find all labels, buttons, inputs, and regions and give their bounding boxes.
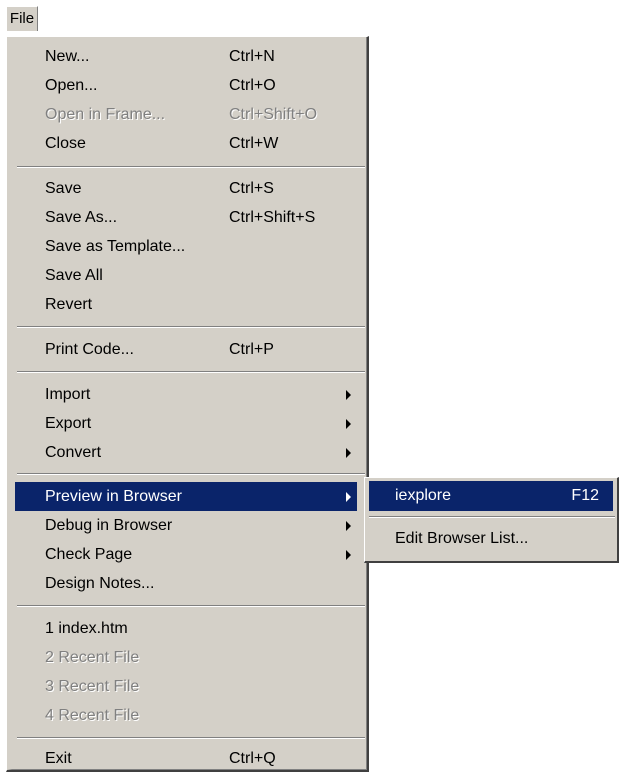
menu-separator [17,371,365,373]
submenu-arrow-icon [346,448,351,458]
menu-separator [17,473,365,475]
menu-item-label: Check Page [45,546,133,563]
submenu-item-shortcut: F12 [571,487,599,504]
menu-item-label: Import [45,386,91,403]
submenu-item-iexplore[interactable]: iexplore F12 [369,481,613,511]
menu-item-label: Save All [45,267,103,284]
menu-item-shortcut: Ctrl+S [229,180,274,197]
menu-item-save-as[interactable]: Save As... Ctrl+Shift+S [15,203,357,232]
menu-item-shortcut: Ctrl+Shift+S [229,209,316,226]
submenu-item-label: iexplore [395,487,452,504]
menu-item-import[interactable]: Import [15,380,357,409]
menu-item-shortcut: Ctrl+Shift+O [229,106,318,123]
menu-item-label: Export [45,415,92,432]
menu-item-label: Open in Frame... [45,106,166,123]
menu-item-shortcut: Ctrl+N [229,48,275,65]
file-menu-tab[interactable]: File [6,6,38,31]
menu-item-label: 3 Recent File [45,678,140,695]
menu-item-label: Close [45,135,86,152]
menu-item-export[interactable]: Export [15,409,357,438]
menu-item-label: Preview in Browser [45,488,182,505]
menu-item-revert[interactable]: Revert [15,290,357,319]
menu-item-save-all[interactable]: Save All [15,261,357,290]
menu-item-label: Open... [45,77,98,94]
menu-item-design-notes[interactable]: Design Notes... [15,569,357,598]
submenu-separator [369,516,615,518]
submenu-arrow-icon [346,492,351,502]
menu-item-recent-1[interactable]: 1 index.htm [15,614,357,643]
submenu-item-label: Edit Browser List... [395,530,529,547]
menu-item-label: Convert [45,444,102,461]
menu-item-label: Print Code... [45,341,134,358]
submenu-arrow-icon [346,390,351,400]
menu-separator [17,737,365,739]
submenu-arrow-icon [346,419,351,429]
menu-item-exit[interactable]: Exit Ctrl+Q [15,744,357,773]
menu-item-label: Save [45,180,82,197]
preview-in-browser-submenu: iexplore F12 Edit Browser List... [364,477,619,563]
menu-item-label: 2 Recent File [45,649,140,666]
menu-item-convert[interactable]: Convert [15,438,357,467]
menu-item-label: 1 index.htm [45,620,128,637]
menu-item-label: Debug in Browser [45,517,173,534]
menu-item-label: Exit [45,750,72,767]
menu-item-check-page[interactable]: Check Page [15,540,357,569]
menu-item-recent-3: 3 Recent File [15,672,357,701]
menu-separator [17,166,365,168]
menu-item-save-as-template[interactable]: Save as Template... [15,232,357,261]
submenu-arrow-icon [346,550,351,560]
menu-item-preview-in-browser[interactable]: Preview in Browser [15,482,357,511]
menu-item-open-in-frame: Open in Frame... Ctrl+Shift+O [15,100,357,129]
menu-item-recent-4: 4 Recent File [15,701,357,730]
menu-item-print-code[interactable]: Print Code... Ctrl+P [15,335,357,364]
menu-item-close[interactable]: Close Ctrl+W [15,129,357,158]
menu-item-label: Design Notes... [45,575,155,592]
menu-item-label: New... [45,48,90,65]
file-menu-label: File [9,10,35,27]
submenu-item-edit-browser-list[interactable]: Edit Browser List... [369,524,613,554]
submenu-arrow-icon [346,521,351,531]
menu-item-label: Revert [45,296,93,313]
menu-separator [17,605,365,607]
menu-item-debug-in-browser[interactable]: Debug in Browser [15,511,357,540]
menu-item-shortcut: Ctrl+W [229,135,279,152]
menu-separator [17,326,365,328]
file-menu: New... Ctrl+N Open... Ctrl+O Open in Fra… [6,36,369,772]
menu-item-open[interactable]: Open... Ctrl+O [15,71,357,100]
menu-item-recent-2: 2 Recent File [15,643,357,672]
menu-item-new[interactable]: New... Ctrl+N [15,42,357,71]
menu-item-label: 4 Recent File [45,707,140,724]
menu-item-label: Save As... [45,209,118,226]
menu-item-shortcut: Ctrl+Q [229,750,276,767]
menu-item-label: Save as Template... [45,238,186,255]
menu-item-shortcut: Ctrl+P [229,341,274,358]
menu-item-shortcut: Ctrl+O [229,77,276,94]
menu-item-save[interactable]: Save Ctrl+S [15,174,357,203]
